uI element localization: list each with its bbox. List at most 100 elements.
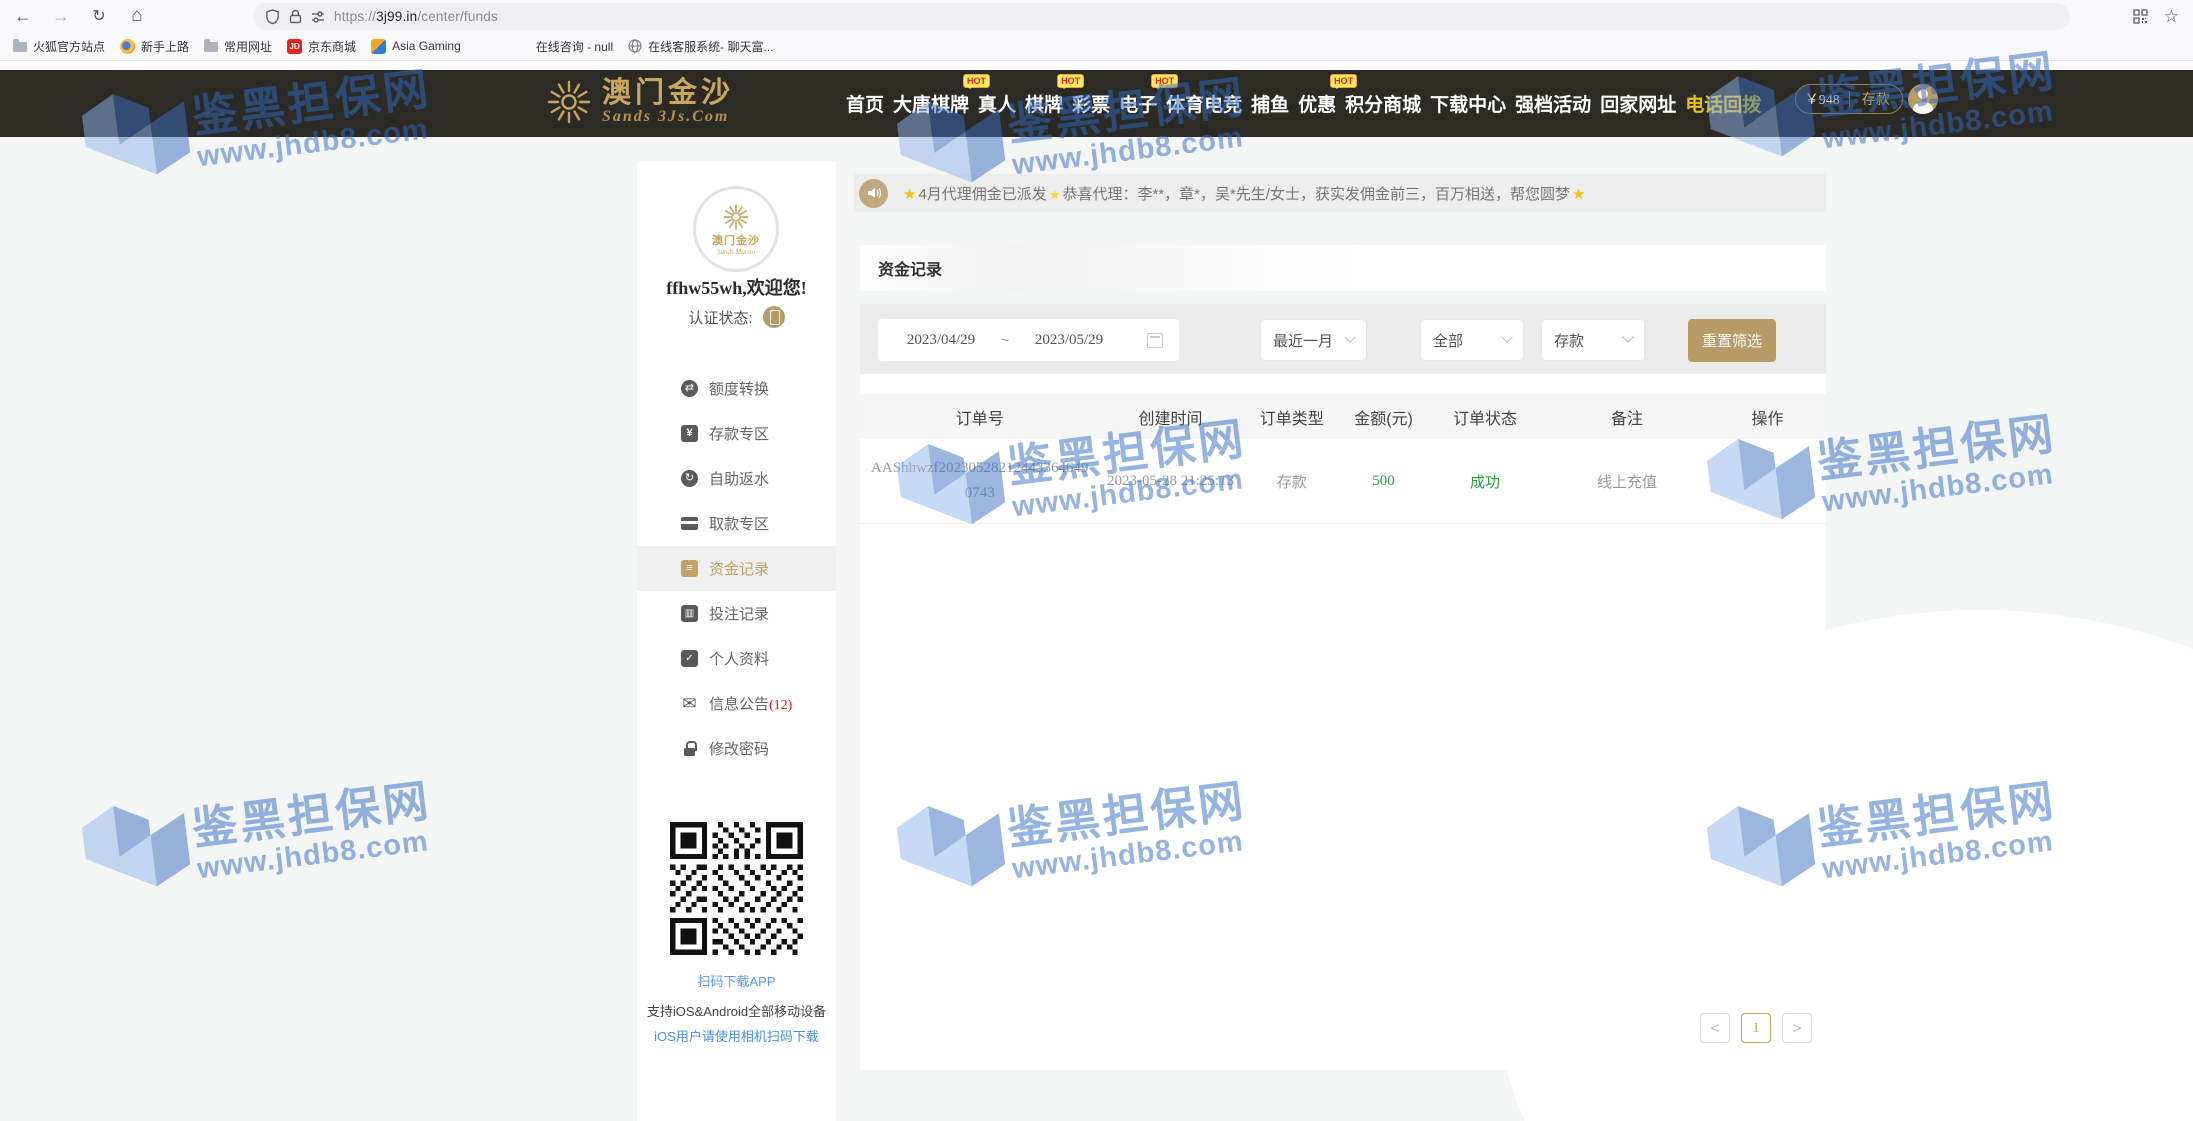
prev-page-button[interactable]: <: [1700, 1013, 1730, 1043]
table-row: AAShhwzf202305282124433646490743 2023-05…: [860, 439, 1826, 524]
user-avatar[interactable]: [1908, 84, 1938, 114]
filter-bar: 2023/04/29 ~ 2023/05/29 最近一月 全部 存款 重置筛选: [860, 304, 1826, 374]
next-page-button[interactable]: >: [1782, 1013, 1812, 1043]
screen: ← → ↻ ⌂ https://3j99.in/center/funds ☆ 火…: [0, 0, 2193, 1121]
bookmark-item[interactable]: Asia Gaming: [371, 39, 461, 54]
date-from-value[interactable]: 2023/04/29: [894, 332, 988, 349]
firefox-icon: [120, 39, 135, 54]
sidebar-item-funds-record[interactable]: ≡资金记录: [637, 546, 836, 591]
bankcard-icon: [681, 515, 698, 532]
sidebar-item-notices[interactable]: ✉信息公告(12): [637, 681, 836, 726]
deposit-icon: ¥: [681, 425, 698, 442]
home-icon[interactable]: ⌂: [122, 3, 152, 29]
bookmark-item[interactable]: 新手上路: [120, 38, 189, 55]
sun-logo-icon: [545, 78, 593, 126]
bookmark-item[interactable]: 火狐官方站点: [13, 38, 105, 55]
browser-toolbar: ← → ↻ ⌂ https://3j99.in/center/funds ☆: [0, 0, 2193, 32]
table-header-row: 订单号 创建时间 订单类型 金额(元) 订单状态 备注 操作: [860, 394, 1826, 439]
sidebar-item-profile[interactable]: ✓个人资料: [637, 636, 836, 681]
sidebar-item-bet-record[interactable]: ▥投注记录: [637, 591, 836, 636]
cert-status-row: 认证状态:: [637, 306, 836, 328]
qr-download-link[interactable]: 扫码下载APP: [637, 971, 836, 990]
welcome-text: ffhw55wh,欢迎您!: [637, 274, 836, 300]
star-icon: ★: [903, 186, 916, 203]
nav-item-callback[interactable]: 电话回拨: [1685, 90, 1761, 117]
status-select[interactable]: 全部: [1420, 319, 1524, 361]
deposit-link[interactable]: 存款: [1850, 89, 1903, 109]
nav-item-chess[interactable]: 棋牌HOT: [1025, 90, 1063, 117]
logo-subtitle: Sands 3Js.Com: [602, 109, 734, 125]
phone-cert-icon[interactable]: [763, 306, 785, 328]
profile-icon: ✓: [681, 650, 698, 667]
range-select[interactable]: 最近一月: [1260, 319, 1367, 361]
hot-badge: HOT: [1151, 74, 1178, 88]
permissions-icon[interactable]: [311, 10, 325, 24]
bookmark-star-icon[interactable]: ☆: [2164, 7, 2179, 27]
speaker-icon: [859, 179, 888, 208]
url-bar[interactable]: https://3j99.in/center/funds: [253, 3, 2070, 30]
sidebar-item-rebate[interactable]: ↻自助返水: [637, 456, 836, 501]
sidebar-logo: 澳门金沙 Sands Macao: [693, 186, 779, 272]
url-text[interactable]: https://3j99.in/center/funds: [334, 9, 498, 24]
sidebar-logo-subtitle: Sands Macao: [717, 248, 755, 256]
nav-item-home[interactable]: 首页: [846, 90, 884, 117]
sidebar-item-withdraw[interactable]: 取款专区: [637, 501, 836, 546]
reload-icon[interactable]: ↻: [84, 3, 114, 29]
logo-title: 澳门金沙: [602, 79, 734, 108]
nav-item-promo[interactable]: 优惠HOT: [1298, 90, 1336, 117]
watermark-logo-icon: [74, 790, 199, 915]
col-header: 创建时间: [1100, 405, 1242, 429]
qr-support-text: 支持iOS&Android全部移动设备: [637, 1001, 836, 1020]
sidebar-item-change-password[interactable]: 修改密码: [637, 726, 836, 771]
nav-item-sports[interactable]: 体育电竞: [1166, 90, 1242, 117]
amount-cell: 500: [1342, 473, 1425, 490]
nav-item-events[interactable]: 强档活动: [1515, 90, 1591, 117]
bookmark-item[interactable]: 在线客服系统- 聊天富...: [628, 38, 773, 55]
sun-logo-icon: [722, 203, 750, 231]
balance-pill[interactable]: ￥948 存款: [1795, 84, 1903, 114]
nav-item-lottery[interactable]: 彩票: [1072, 90, 1110, 117]
toolbar-right: ☆: [2133, 3, 2179, 30]
reset-filter-button[interactable]: 重置筛选: [1688, 319, 1776, 362]
date-separator: ~: [988, 332, 1022, 348]
site-logo[interactable]: 澳门金沙 Sands 3Js.Com: [545, 78, 734, 126]
lock-icon[interactable]: [289, 9, 302, 24]
page-number-current[interactable]: 1: [1741, 1013, 1771, 1043]
calendar-icon[interactable]: [1147, 333, 1163, 348]
sidebar-item-deposit[interactable]: ¥存款专区: [637, 411, 836, 456]
nav-item-fishing[interactable]: 捕鱼: [1251, 90, 1289, 117]
sidebar-logo-title: 澳门金沙: [712, 232, 760, 248]
pagination: < 1 >: [1700, 1013, 1812, 1043]
date-range-picker[interactable]: 2023/04/29 ~ 2023/05/29: [878, 319, 1179, 361]
hot-badge: HOT: [963, 74, 990, 88]
sidebar-item-quota-transfer[interactable]: ⇄额度转换: [637, 366, 836, 411]
balance-amount: ￥948: [1796, 89, 1849, 109]
announcement-text: ★4月代理佣金已派发★恭喜代理：李**，章*，吴*先生/女士，获实发佣金前三，百…: [901, 183, 1587, 204]
date-to-value[interactable]: 2023/05/29: [1022, 332, 1116, 349]
sparkle-icon: ★: [1049, 187, 1061, 202]
chevron-down-icon: [1344, 332, 1355, 343]
nav-item-slots[interactable]: 电子HOT: [1119, 90, 1157, 117]
bookmark-item[interactable]: 在线咨询 - null: [536, 38, 613, 55]
star-icon: ★: [1572, 186, 1585, 203]
nav-item-download[interactable]: 下载中心: [1430, 90, 1506, 117]
order-type-cell: 存款: [1242, 471, 1342, 492]
back-icon[interactable]: ←: [8, 3, 38, 29]
bookmark-item[interactable]: 常用网址: [204, 38, 272, 55]
nav-item-live[interactable]: 真人: [978, 90, 1016, 117]
forward-icon[interactable]: →: [46, 3, 76, 29]
bookmarks-bar: 火狐官方站点 新手上路 常用网址 JD京东商城 Asia Gaming 在线咨询…: [0, 32, 2193, 61]
nav-item-points-mall[interactable]: 积分商城: [1345, 90, 1421, 117]
qr-ios-link[interactable]: iOS用户请使用相机扫码下载: [637, 1026, 836, 1045]
qr-scan-icon[interactable]: [2133, 9, 2148, 24]
folder-icon: [204, 42, 218, 52]
notice-count-badge: (12): [769, 698, 792, 713]
shield-icon[interactable]: [265, 9, 280, 25]
bookmark-item[interactable]: JD京东商城: [287, 38, 356, 55]
nav-item-datang[interactable]: 大唐棋牌HOT: [893, 90, 969, 117]
nav-item-home-url[interactable]: 回家网址: [1600, 90, 1676, 117]
type-select[interactable]: 存款: [1541, 319, 1645, 361]
sidebar-menu: ⇄额度转换 ¥存款专区 ↻自助返水 取款专区 ≡资金记录 ▥投注记录 ✓个人资料…: [637, 366, 836, 771]
remark-cell: 线上充值: [1545, 471, 1709, 492]
globe-icon: [628, 39, 642, 53]
